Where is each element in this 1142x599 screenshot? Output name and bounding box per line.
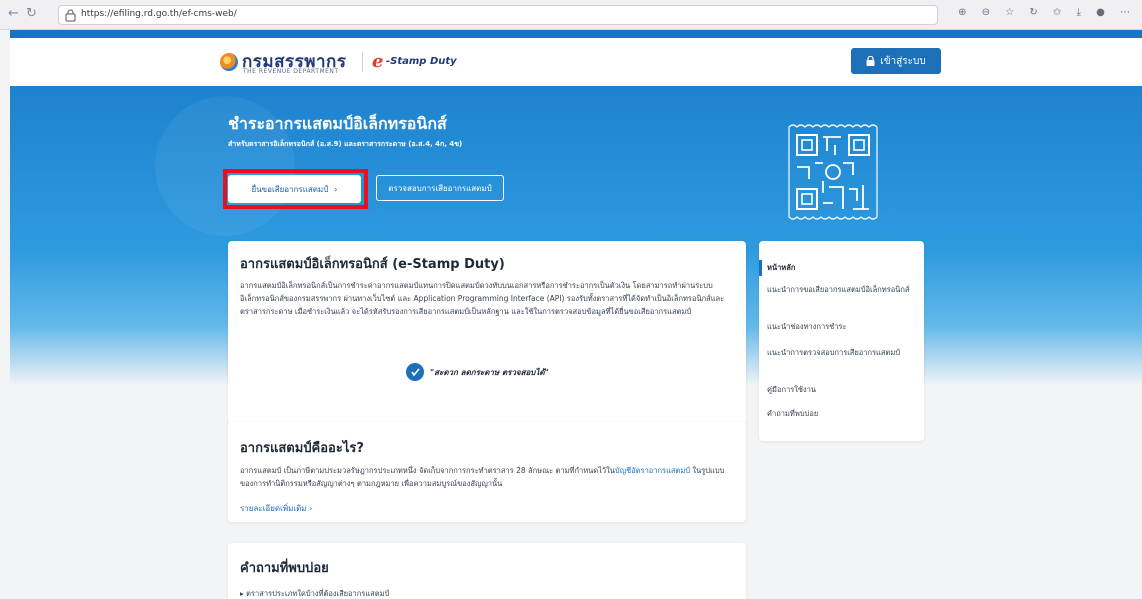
more-details-link[interactable]: รายละเอียดเพิ่มเติม ›: [240, 502, 734, 515]
faq-item-label: ตราสารประเภทใดบ้างที่ต้องเสียอากรแสตมป์: [246, 589, 390, 598]
more-details-label: รายละเอียดเพิ่มเติม: [240, 504, 307, 513]
chevron-right-icon: ›: [309, 504, 313, 513]
check-stamp-duty-button[interactable]: ตรวจสอบการเสียอากรแสตมป์: [376, 175, 504, 201]
browser-toolbar: ← ↻ https://efiling.rd.go.th/ef-cms-web/…: [0, 0, 1142, 30]
what-is-card: อากรแสตมป์คืออะไร? อากรแสตมป์ เป็นภาษีตา…: [228, 422, 746, 522]
sidenav-item-manual[interactable]: คู่มือการใช้งาน: [767, 384, 917, 396]
active-indicator: [759, 260, 762, 276]
estamp-logo-text: -Stamp Duty: [386, 56, 457, 67]
intro-card-body: อากรแสตมป์อิเล็กทรอนิกส์เป็นการชำระค่าอา…: [240, 281, 725, 316]
sidenav-item-faq[interactable]: คำถามที่พบบ่อย: [767, 408, 917, 420]
sidenav-item-filing-guide[interactable]: แนะนำการขอเสียอากรแสตมป์อิเล็กทรอนิกส์: [767, 284, 917, 296]
browser-actions[interactable]: ⊕ ⊖ ☆ ↻ ✩ ⤓ ● ⋯: [958, 7, 1136, 18]
url-text: https://efiling.rd.go.th/ef-cms-web/: [81, 9, 237, 19]
what-is-body-text: อากรแสตมป์ เป็นภาษีตามประมวลรัษฎากรประเภ…: [240, 466, 615, 475]
page-title: ชำระอากรแสตมป์อิเล็กทรอนิกส์: [228, 114, 447, 133]
sidenav-item-home[interactable]: หน้าหลัก: [767, 262, 917, 274]
address-bar[interactable]: https://efiling.rd.go.th/ef-cms-web/: [58, 5, 938, 25]
side-navigation: หน้าหลัก แนะนำการขอเสียอากรแสตมป์อิเล็กท…: [759, 241, 924, 441]
site-header: กรมสรรพากร THE REVENUE DEPARTMENT e -Sta…: [10, 38, 1142, 86]
sidenav-item-payment-channels[interactable]: แนะนำช่องทางการชำระ: [767, 321, 917, 333]
faq-card: คำถามที่พบบ่อย ▸ ตราสารประเภทใดบ้างที่ต้…: [228, 543, 746, 599]
highlight-annotation: [223, 169, 368, 209]
tagline: "สะดวก ลดกระดาษ ตรวจสอบได้": [406, 363, 549, 381]
intro-card-title: อากรแสตมป์อิเล็กทรอนิกส์ (e-Stamp Duty): [240, 257, 505, 272]
what-is-card-title: อากรแสตมป์คืออะไร?: [240, 441, 364, 456]
lock-icon: [866, 56, 875, 66]
intro-card: อากรแสตมป์อิเล็กทรอนิกส์ (e-Stamp Duty) …: [228, 241, 746, 425]
logo-divider: [362, 52, 363, 72]
brand-sub: THE REVENUE DEPARTMENT: [243, 68, 339, 75]
login-label: เข้าสู่ระบบ: [880, 55, 926, 67]
back-icon[interactable]: ←: [8, 6, 19, 21]
lock-icon: [65, 9, 76, 22]
login-button[interactable]: เข้าสู่ระบบ: [851, 48, 941, 74]
tagline-text: "สะดวก ลดกระดาษ ตรวจสอบได้": [430, 367, 549, 377]
rate-schedule-link[interactable]: บัญชีอัตราอากรแสตมป์: [615, 466, 690, 475]
top-accent-bar: [10, 30, 1142, 38]
check-stamp-duty-label: ตรวจสอบการเสียอากรแสตมป์: [388, 183, 492, 193]
faq-card-title: คำถามที่พบบ่อย: [240, 561, 329, 576]
sidenav-item-verification-guide[interactable]: แนะนำการตรวจสอบการเสียอากรแสตมป์: [767, 347, 917, 359]
faq-item[interactable]: ▸ ตราสารประเภทใดบ้างที่ต้องเสียอากรแสตมป…: [240, 588, 734, 599]
what-is-card-body: อากรแสตมป์ เป็นภาษีตามประมวลรัษฎากรประเภ…: [240, 464, 734, 490]
estamp-e-mark: e: [372, 51, 384, 72]
reload-icon[interactable]: ↻: [26, 6, 37, 21]
tagline-badge-icon: [406, 363, 424, 381]
qr-stamp-icon: [788, 124, 878, 220]
page-subtitle: สำหรับตราสารอิเล็กทรอนิกส์ (อ.ส.9) และตร…: [228, 140, 463, 148]
revenue-department-logo-icon[interactable]: [220, 53, 238, 71]
